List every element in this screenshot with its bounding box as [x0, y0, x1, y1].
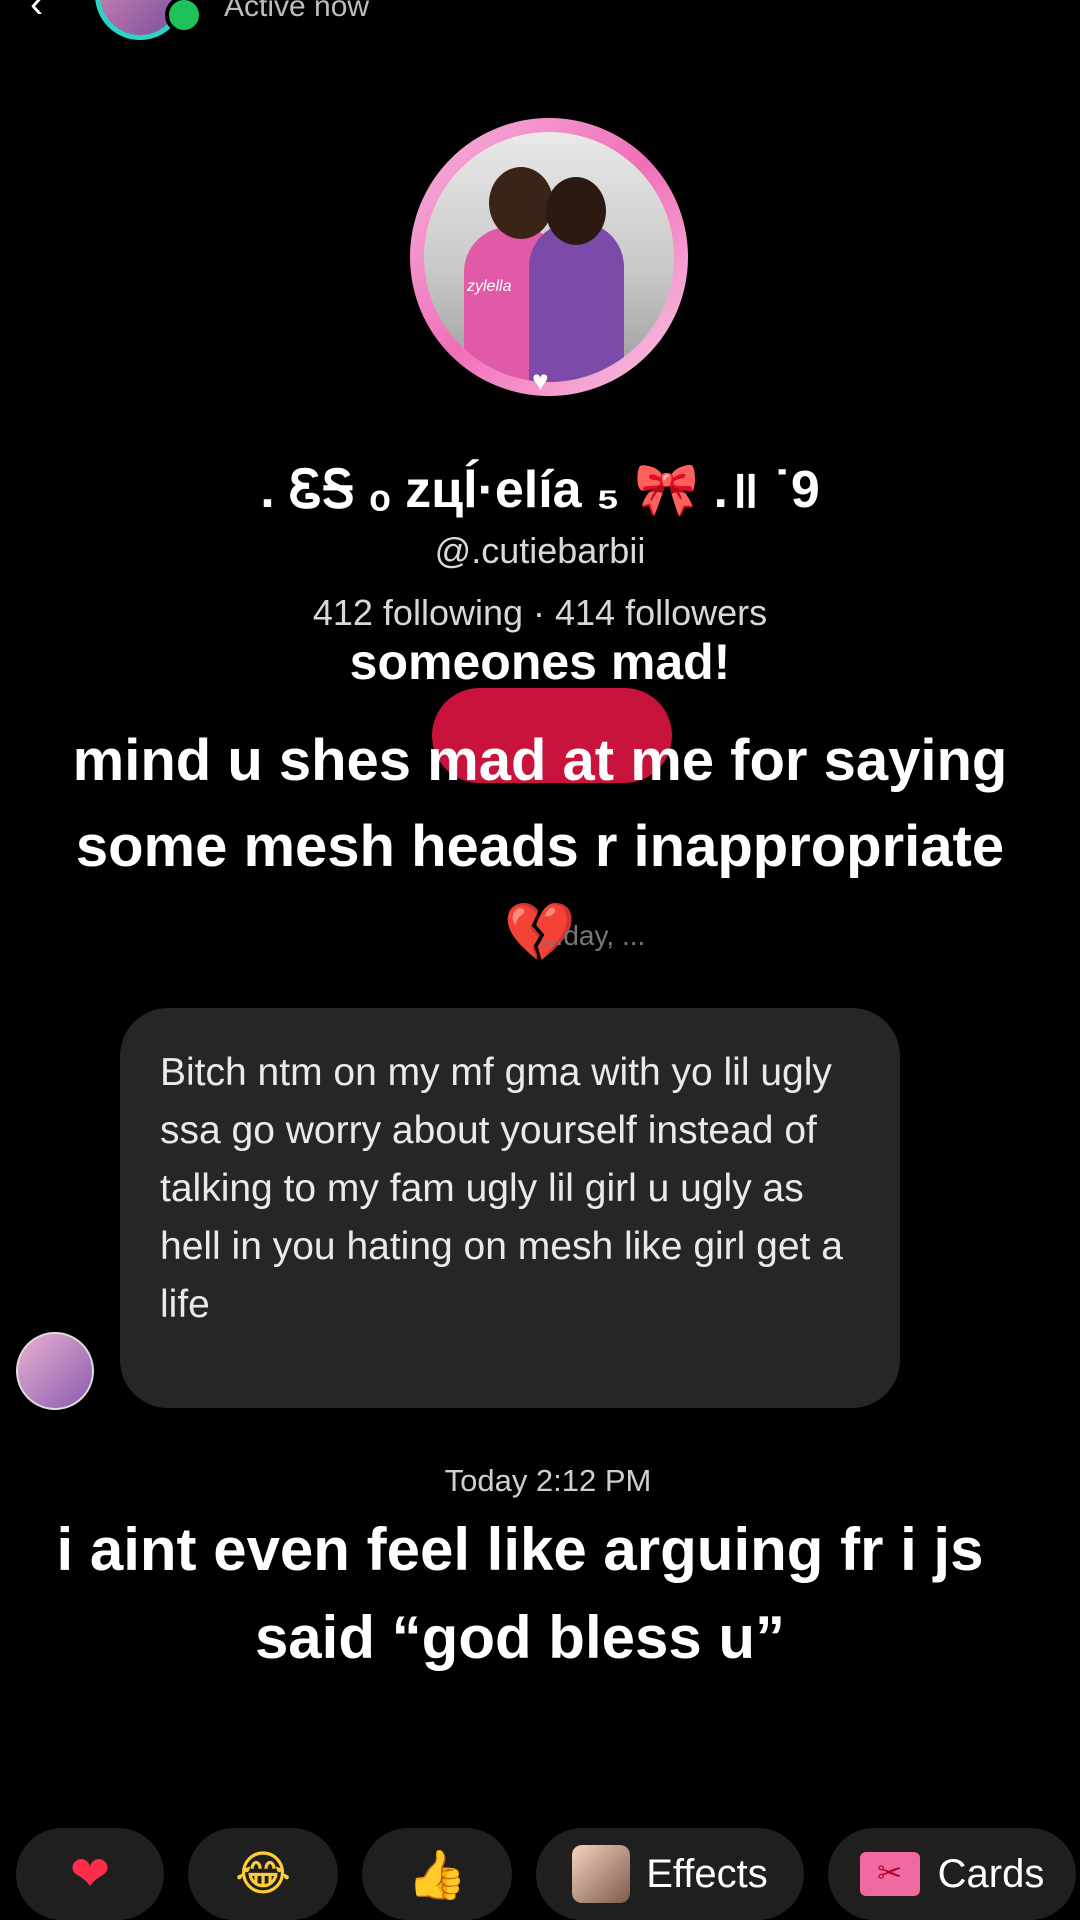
- photo-signature-text: zylella: [467, 278, 512, 295]
- cards-icon: ✂: [859, 1852, 920, 1896]
- profile-username: @.cutiebarbii: [434, 530, 646, 571]
- back-arrow-icon[interactable]: ‹: [30, 0, 43, 27]
- heart-icon: ♥: [532, 365, 549, 396]
- heart-reaction-button[interactable]: ❤: [16, 1828, 164, 1920]
- effects-label: Effects: [646, 1851, 768, 1896]
- cards-button[interactable]: ✂ Cards: [828, 1828, 1076, 1920]
- follow-stats: 412 following · 414 followers: [312, 592, 768, 633]
- laughing-face-icon: 😂: [234, 1848, 292, 1901]
- chat-header: ‹ Active now: [0, 0, 1080, 40]
- active-status-text: Active now: [224, 0, 370, 23]
- effects-button[interactable]: Effects: [536, 1828, 804, 1920]
- profile-display-name: . ᏋᎦ ₒ zцĺ·elía ₅ 🎀 .॥ ˙9: [260, 461, 820, 519]
- message-timestamp: Today 2:12 PM: [444, 1463, 652, 1498]
- faint-date-divider: ...day, ...: [540, 920, 646, 951]
- thumbs-up-reaction-button[interactable]: 👍: [362, 1828, 512, 1920]
- laugh-reaction-button[interactable]: 😂: [188, 1828, 338, 1920]
- message-bubble[interactable]: Bitch ntm on my mf gma with yo lil ugly …: [120, 1008, 900, 1408]
- heart-icon: ❤: [69, 1848, 111, 1901]
- profile-photo[interactable]: [424, 132, 674, 382]
- overlay-caption-top: someones mad!: [349, 634, 731, 690]
- online-status-dot: [165, 0, 203, 34]
- thumbs-up-icon: 👍: [407, 1848, 467, 1902]
- effects-thumbnail-icon: [572, 1845, 631, 1903]
- message-text: Bitch ntm on my mf gma with yo lil ugly …: [160, 1051, 843, 1326]
- sender-avatar[interactable]: [16, 1332, 94, 1410]
- overlay-caption-bottom: i aint even feel like arguing fr i js sa…: [56, 1516, 984, 1671]
- cards-label: Cards: [937, 1851, 1045, 1896]
